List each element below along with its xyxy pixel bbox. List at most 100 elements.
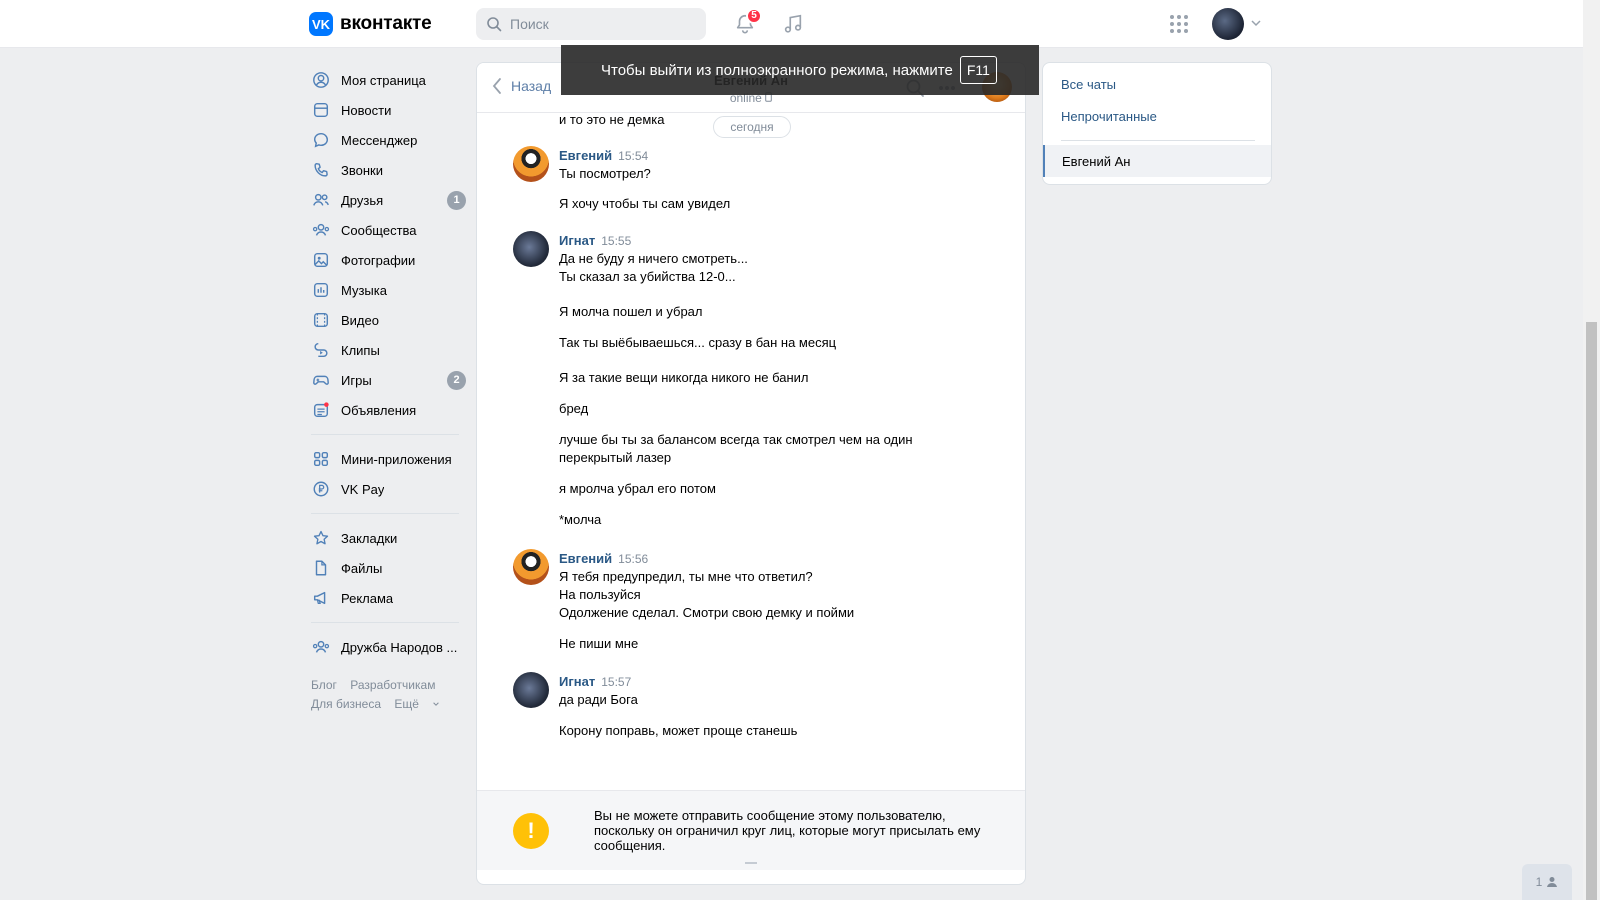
sidebar-item-my-page[interactable]: Моя страница (311, 65, 466, 95)
sidebar-footer: Блог Разработчикам Для бизнеса Ещё (311, 676, 466, 714)
scrollbar-thumb[interactable] (1586, 322, 1597, 900)
fullscreen-exit-toast: Чтобы выйти из полноэкранного режима, на… (561, 45, 1039, 95)
vk-logo-icon: VK (309, 12, 333, 36)
filter-unread[interactable]: Непрочитанные (1061, 109, 1157, 124)
message-text: *молча (559, 512, 602, 527)
person-icon (1547, 877, 1558, 887)
sidebar-item-music[interactable]: Музыка (311, 275, 466, 305)
message-text: я мролча убрал его потом (559, 481, 716, 496)
message-text: На пользуйся (559, 587, 641, 602)
message-text: и то это не демка (559, 112, 665, 127)
video-icon (311, 310, 331, 330)
communities-icon (311, 220, 331, 240)
restriction-notice-text: Вы не можете отправить сообщение этому п… (594, 808, 981, 853)
resize-handle[interactable] (745, 862, 757, 864)
message-text: Ты посмотрел? (559, 166, 651, 181)
music-icon (311, 280, 331, 300)
sidebar-divider (311, 622, 459, 623)
friends-badge: 1 (447, 190, 466, 210)
sidebar-item-label: Мини-приложения (341, 451, 452, 467)
sidebar-item-label: Музыка (341, 282, 387, 298)
sidebar-item-ads[interactable]: Объявления (311, 395, 466, 425)
sidebar-item-label: Клипы (341, 342, 380, 358)
footer-link-developers[interactable]: Разработчикам (350, 678, 435, 692)
message-author[interactable]: Евгений 15:54 (559, 148, 648, 163)
message-time: 15:55 (601, 234, 632, 248)
active-chat-item[interactable]: Евгений Ан (1043, 145, 1271, 177)
services-button[interactable] (1165, 10, 1193, 38)
sidebar-item-label: Файлы (341, 560, 383, 576)
message-text: Одолжение сделал. Смотри свою демку и по… (559, 605, 855, 620)
footer-link-blog[interactable]: Блог (311, 678, 337, 692)
sidebar-item-label: Друзья (341, 192, 384, 208)
sidebar-item-community-druzhba[interactable]: Дружба Народов ... (311, 632, 466, 662)
author-name: Игнат (559, 674, 596, 689)
date-divider: сегодня (713, 116, 791, 138)
page-scrollbar[interactable] (1583, 0, 1600, 900)
search-input[interactable] (510, 16, 690, 32)
music-player-button[interactable] (779, 10, 807, 38)
sidebar-item-communities[interactable]: Сообщества (311, 215, 466, 245)
message-author[interactable]: Игнат 15:55 (559, 233, 631, 248)
message-text: Ты сказал за убийства 12-0... (559, 269, 736, 284)
message-history: и то это не демка сегодня Евгений 15:54 Т… (477, 112, 1025, 868)
chevron-down-icon[interactable] (1250, 17, 1262, 29)
avatar[interactable] (513, 146, 549, 182)
message-text: Корону поправь, может проще станешь (559, 723, 798, 738)
message-text: лучше бы ты за балансом всегда так смотр… (559, 432, 913, 447)
sidebar-item-label: Новости (341, 102, 392, 118)
footer-link-more[interactable]: Ещё (394, 697, 440, 711)
online-friends-button[interactable]: 1 (1522, 864, 1572, 900)
sidebar-item-friends[interactable]: Друзья 1 (311, 185, 466, 215)
sidebar-item-news[interactable]: Новости (311, 95, 466, 125)
megaphone-icon (311, 588, 331, 608)
sidebar-item-calls[interactable]: Звонки (311, 155, 466, 185)
phone-icon (311, 160, 331, 180)
sidebar-item-photos[interactable]: Фотографии (311, 245, 466, 275)
star-icon (311, 528, 331, 548)
message-author[interactable]: Игнат 15:57 (559, 674, 631, 689)
sidebar-item-advertising[interactable]: Реклама (311, 583, 466, 613)
sidebar-divider (311, 434, 459, 435)
online-friends-count: 1 (1535, 875, 1543, 889)
notifications-button[interactable]: 5 (731, 8, 762, 38)
logo-text: вконтакте (340, 13, 432, 34)
toast-key: F11 (959, 56, 997, 84)
sidebar-item-games[interactable]: Игры 2 (311, 365, 466, 395)
chat-filter-panel: Все чаты Непрочитанные Евгений Ан (1042, 62, 1272, 185)
sidebar-item-bookmarks[interactable]: Закладки (311, 523, 466, 553)
sidebar-item-label: Реклама (341, 590, 394, 606)
footer-more-label: Ещё (394, 697, 419, 711)
apps-grid-icon (1170, 15, 1188, 33)
sidebar-item-label: Моя страница (341, 72, 426, 88)
search-box[interactable] (476, 8, 706, 40)
profile-avatar[interactable] (1212, 8, 1244, 40)
sidebar-item-clips[interactable]: Клипы (311, 335, 466, 365)
vk-logo[interactable]: VK вконтакте (309, 12, 432, 36)
avatar[interactable] (513, 231, 549, 267)
filter-all-chats[interactable]: Все чаты (1061, 77, 1116, 92)
vkpay-icon (311, 479, 331, 499)
sidebar-item-mini-apps[interactable]: Мини-приложения (311, 444, 466, 474)
message-time: 15:57 (601, 675, 632, 689)
sidebar-item-video[interactable]: Видео (311, 305, 466, 335)
message-time: 15:56 (618, 552, 649, 566)
message-text: Да не буду я ничего смотреть... (559, 251, 748, 266)
sidebar-item-label: Сообщества (341, 222, 417, 238)
avatar[interactable] (513, 549, 549, 585)
sidebar-item-messenger[interactable]: Мессенджер (311, 125, 466, 155)
sidebar-item-label: Мессенджер (341, 132, 418, 148)
avatar[interactable] (513, 672, 549, 708)
sidebar-item-label: Объявления (341, 402, 417, 418)
top-header: VK вконтакте 5 (0, 0, 1583, 48)
sidebar-item-vk-pay[interactable]: VK Pay (311, 474, 466, 504)
author-name: Игнат (559, 233, 596, 248)
sidebar-item-label: VK Pay (341, 481, 385, 497)
message-text: Так ты выёбываешься... сразу в бан на ме… (559, 335, 837, 350)
sidebar-item-files[interactable]: Файлы (311, 553, 466, 583)
message-author[interactable]: Евгений 15:56 (559, 551, 648, 566)
music-icon (784, 14, 802, 33)
footer-link-business[interactable]: Для бизнеса (311, 697, 381, 711)
clips-icon (311, 340, 331, 360)
file-icon (311, 558, 331, 578)
